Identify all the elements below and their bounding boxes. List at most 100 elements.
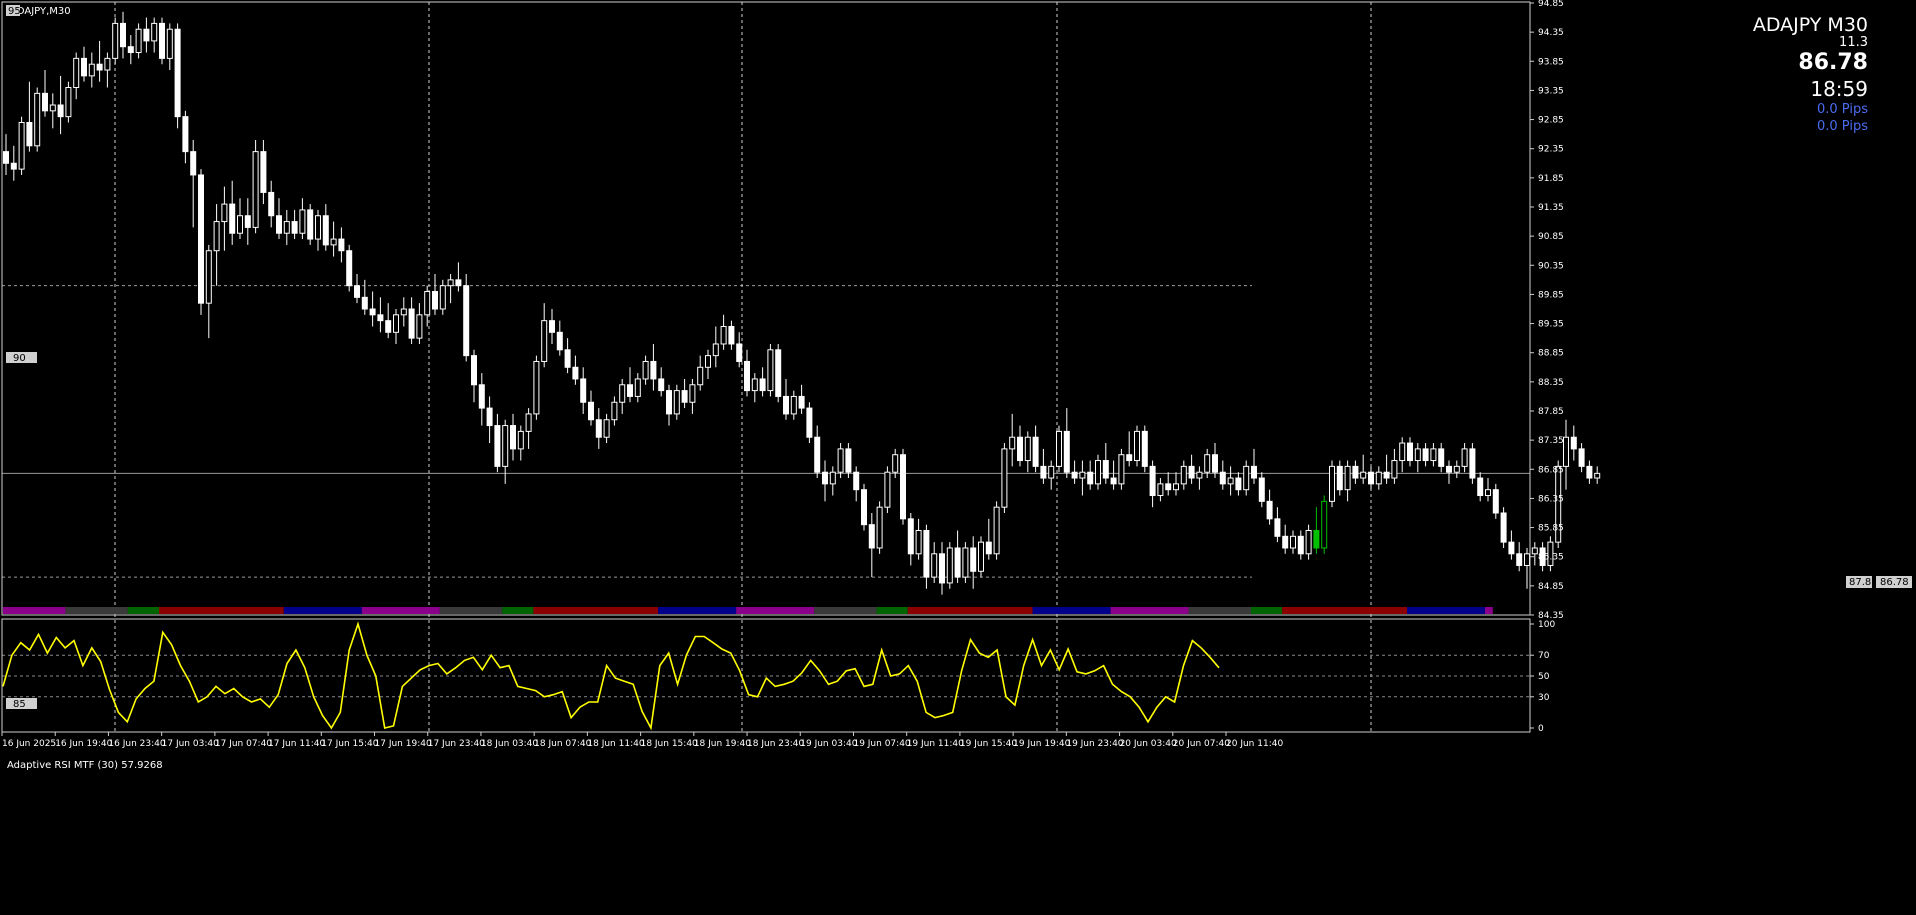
candle-body	[868, 524, 875, 549]
candle-body	[1399, 442, 1406, 462]
time-tick-label: 18 Jun 15:40	[641, 739, 698, 749]
candle-body	[159, 22, 165, 59]
candle-body	[658, 378, 665, 392]
candle-body	[829, 471, 836, 485]
candle-body	[57, 104, 64, 118]
session-segment	[736, 607, 815, 614]
candle-body	[1056, 430, 1062, 467]
candle-body	[18, 121, 25, 170]
candle-body	[775, 349, 782, 397]
candle-body	[549, 320, 555, 333]
session-segment	[658, 607, 737, 614]
candle-body	[1531, 547, 1538, 555]
trading-chart[interactable]: 94.85 94.35 93.85 93.35 92.85 92.35 91.85 91.35…	[0, 0, 1916, 915]
level-label-90: 90	[13, 353, 26, 364]
candle-body	[1071, 471, 1078, 479]
candle-body	[3, 151, 9, 164]
time-tick-label: 17 Jun 19:40	[375, 739, 432, 749]
candle-body	[244, 215, 251, 228]
current-price-tag: 86.78	[1880, 577, 1909, 588]
candle-body	[611, 401, 618, 421]
candle-body	[970, 547, 977, 572]
candle-body	[143, 28, 150, 42]
candle-body	[260, 151, 267, 193]
candle-body	[1243, 465, 1250, 491]
candle-body	[1368, 471, 1374, 485]
candle-body	[1375, 471, 1382, 485]
candle-body	[1118, 454, 1125, 485]
candle-body	[697, 366, 704, 386]
candle-body	[205, 250, 212, 304]
candle-body	[806, 407, 813, 438]
candle-body	[1110, 477, 1117, 485]
candle-body	[1235, 477, 1242, 491]
session-segment	[1407, 607, 1485, 614]
candle-body	[993, 506, 1000, 555]
time-tick-label: 20 Jun 07:40	[1173, 739, 1230, 749]
price-tick-label: 89.85	[1538, 290, 1564, 300]
candle-body	[588, 401, 594, 421]
candle-body	[73, 57, 80, 89]
candle-body	[814, 436, 821, 473]
candle-body	[541, 320, 548, 362]
candle-body	[1227, 477, 1234, 485]
candle-body	[728, 325, 735, 345]
session-segment	[439, 607, 503, 614]
candle-body	[502, 425, 509, 467]
candle-body	[673, 390, 680, 415]
symbol-text: ADAJPY	[1752, 14, 1822, 36]
candle-body	[954, 547, 961, 578]
candle-body	[1438, 448, 1445, 467]
candle-body	[1134, 430, 1140, 462]
price-tick-label: 88.35	[1538, 378, 1564, 388]
candle-body	[455, 279, 462, 287]
candle-body	[104, 57, 111, 71]
candle-body	[1274, 518, 1281, 537]
time-tick-label: 19 Jun 19:40	[1013, 739, 1070, 749]
candle-body	[861, 489, 867, 526]
candle-body	[182, 116, 189, 153]
candle-body	[572, 366, 579, 380]
candle-body	[985, 541, 992, 555]
candle-body	[1196, 471, 1203, 479]
candle-body	[190, 151, 197, 176]
time-tick-label: 16 Jun 23:40	[108, 739, 165, 749]
time-tick-label: 18 Jun 23:40	[747, 739, 804, 749]
candle-body	[783, 395, 789, 415]
candle-body	[1516, 553, 1523, 566]
price-tick-label: 87.85	[1538, 407, 1564, 417]
candle-body	[595, 419, 602, 438]
candle-body	[1422, 448, 1429, 462]
candle-body	[1446, 465, 1452, 473]
candle-body	[307, 209, 314, 240]
session-segment	[876, 607, 908, 614]
candle-body	[744, 360, 750, 392]
candle-body	[354, 285, 360, 298]
candle-body	[439, 285, 446, 310]
rsi-tick-label: 100	[1538, 620, 1555, 630]
price-tick-label: 93.85	[1538, 57, 1564, 67]
pips-line-1: 0.0 Pips	[1817, 102, 1868, 117]
current-level-label: 87.8	[1849, 577, 1871, 588]
candle-body	[377, 314, 384, 322]
session-segment	[1032, 607, 1111, 614]
indicator-title: Adaptive RSI MTF (30) 57.9268	[7, 760, 163, 771]
session-segment	[1485, 607, 1493, 614]
candle-body	[174, 28, 181, 118]
candle-body	[619, 384, 626, 403]
candle-body	[486, 407, 493, 427]
candle-body	[1173, 483, 1179, 491]
candle-body	[361, 296, 368, 310]
candle-body	[822, 471, 828, 485]
candle-body	[1500, 512, 1507, 543]
price-tick-label: 86.85	[1538, 465, 1564, 475]
candle-body	[666, 390, 672, 415]
price-tick-label: 88.85	[1538, 349, 1564, 359]
candle-body	[229, 203, 236, 234]
candle-body	[26, 121, 33, 147]
candle-body	[88, 63, 95, 77]
candle-timer: 18:59	[1810, 77, 1868, 101]
candle-body	[798, 395, 805, 409]
candle-body	[845, 448, 852, 473]
candle-body	[642, 360, 649, 380]
